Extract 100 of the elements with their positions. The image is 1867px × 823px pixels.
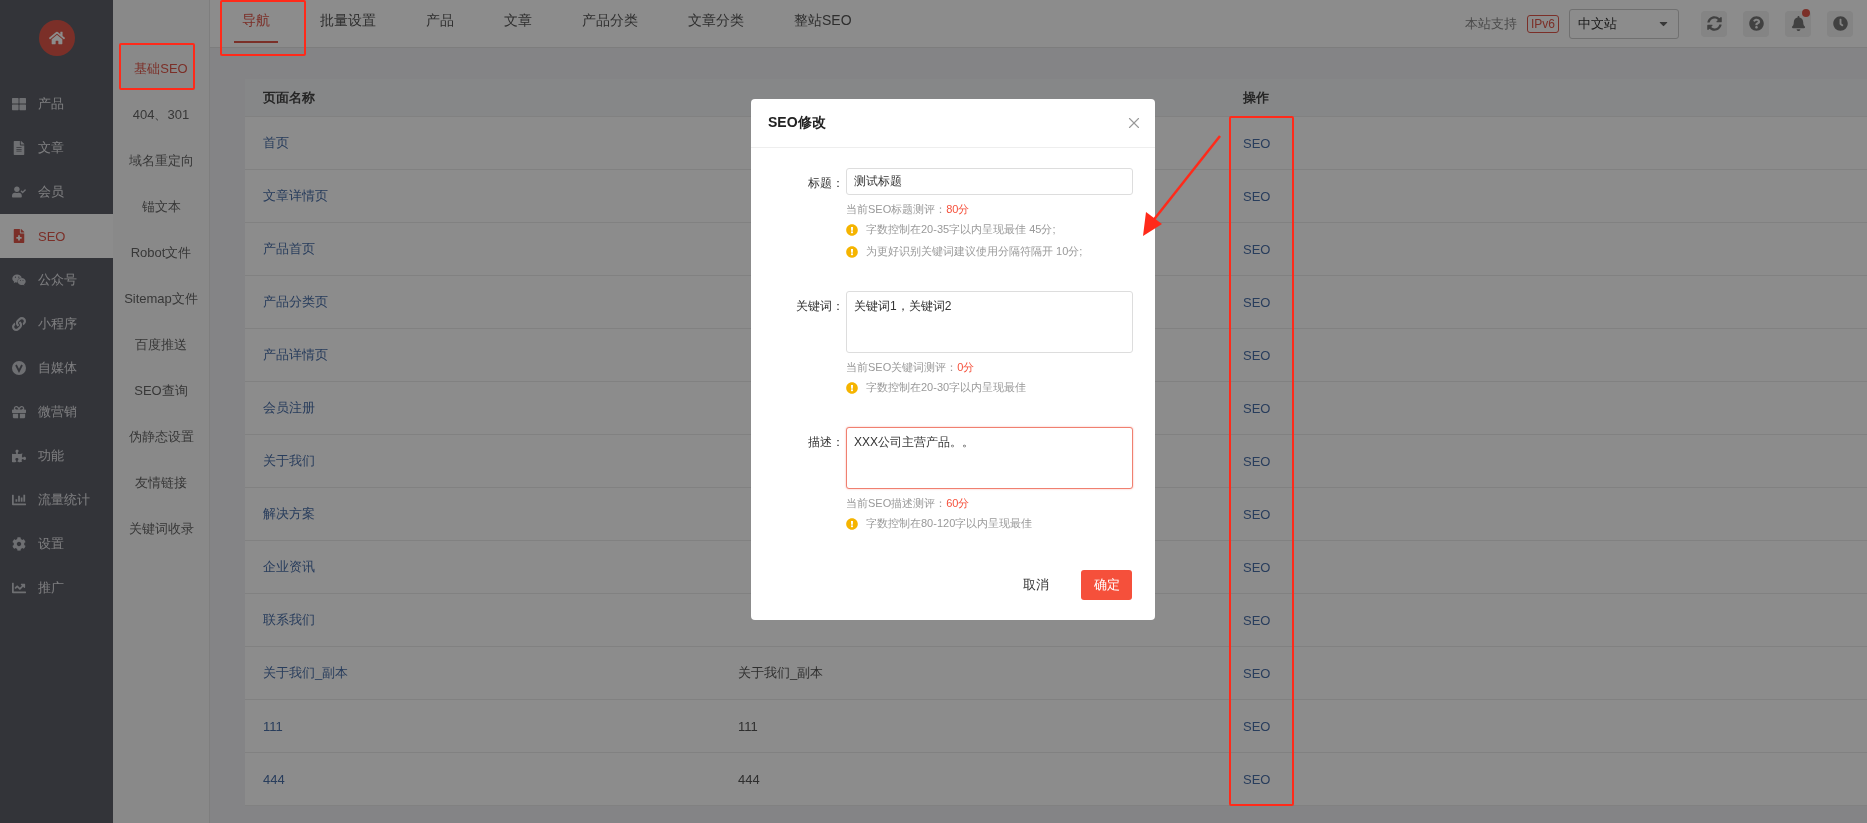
warning-icon [846, 517, 858, 530]
notification-button[interactable] [1785, 10, 1811, 37]
clock-button[interactable] [1827, 10, 1853, 37]
confirm-button[interactable]: 确定 [1081, 570, 1132, 600]
sidebar-item[interactable]: 会员 [0, 170, 113, 214]
score-text: 当前SEO描述测评：60分 [846, 496, 971, 511]
help-button[interactable] [1743, 10, 1769, 37]
seo-link[interactable]: SEO [1243, 506, 1271, 522]
user-check-icon [12, 185, 26, 199]
sidebar-item[interactable]: 小程序 [0, 302, 113, 346]
subnav-item[interactable]: SEO查询 [113, 368, 209, 414]
seo-link[interactable]: SEO [1243, 665, 1271, 681]
support-label: 本站支持 [1465, 14, 1517, 33]
text-area[interactable]: 关键词1，关键词2 [846, 291, 1133, 353]
seo-link[interactable]: SEO [1243, 294, 1271, 310]
subnav-item[interactable]: 基础SEO [113, 46, 209, 92]
seo-link[interactable]: SEO [1243, 453, 1271, 469]
text-area[interactable]: XXX公司主营产品。。 [846, 427, 1133, 489]
dialog-title: SEO修改 [768, 114, 826, 132]
sidebar-item[interactable]: 自媒体 [0, 346, 113, 390]
sidebar-item[interactable]: 设置 [0, 522, 113, 566]
tip-text: 字数控制在20-30字以内呈现最佳 [866, 380, 1027, 395]
page-name-link[interactable]: 关于我们_副本 [263, 664, 349, 682]
page-name-link[interactable]: 关于我们 [263, 452, 315, 470]
subnav-item[interactable]: 伪静态设置 [113, 414, 209, 460]
subnav-item[interactable]: Robot文件 [113, 230, 209, 276]
cancel-button[interactable]: 取消 [1015, 570, 1057, 600]
page-name-link[interactable]: 解决方案 [263, 505, 315, 523]
home-button[interactable] [38, 20, 75, 56]
subnav-item[interactable]: 关键词收录 [113, 506, 209, 552]
clock-icon [1832, 16, 1848, 31]
seo-link[interactable]: SEO [1243, 347, 1271, 363]
chat-icon [12, 273, 26, 287]
seo-link[interactable]: SEO [1243, 400, 1271, 416]
tip-text: 为更好识别关键词建议使用分隔符隔开 10分; [866, 244, 1083, 259]
subnav-item[interactable]: 百度推送 [113, 322, 209, 368]
seo-link[interactable]: SEO [1243, 188, 1271, 204]
grid-icon [12, 97, 26, 111]
seo-link[interactable]: SEO [1243, 135, 1271, 151]
warning-icon [846, 381, 858, 394]
table-cell: 111 [738, 718, 758, 734]
sidebar-item[interactable]: 流量统计 [0, 478, 113, 522]
nav-tab[interactable]: 整站SEO [786, 0, 860, 43]
warning-icon [846, 223, 858, 236]
tip-text: 字数控制在80-120字以内呈现最佳 [866, 516, 1033, 531]
seo-link[interactable]: SEO [1243, 718, 1271, 734]
column-header: 页面名称 [263, 88, 315, 107]
sidebar-item[interactable]: 产品 [0, 82, 113, 126]
nav-tab[interactable]: 文章分类 [680, 0, 752, 43]
line-chart-icon [12, 581, 26, 595]
subnav-item[interactable]: 404、301 [113, 92, 209, 138]
subnav-item[interactable]: 友情链接 [113, 460, 209, 506]
sidebar-item[interactable]: 功能 [0, 434, 113, 478]
page-name-link[interactable]: 444 [263, 771, 285, 787]
column-header: 操作 [1243, 88, 1269, 107]
subnav-item[interactable]: 锚文本 [113, 184, 209, 230]
subnav-item[interactable]: Sitemap文件 [113, 276, 209, 322]
puzzle-icon [12, 449, 26, 463]
seo-link[interactable]: SEO [1243, 771, 1271, 787]
settings-icon [12, 537, 26, 551]
input-field[interactable]: 测试标题 [846, 168, 1133, 195]
ipv6-badge: IPv6 [1527, 14, 1559, 33]
table-cell: 444 [738, 771, 760, 787]
field-label: 标题： [807, 175, 845, 192]
field-label: 关键词： [795, 298, 845, 315]
page-name-link[interactable]: 产品首页 [263, 240, 315, 258]
sidebar-item[interactable]: 公众号 [0, 258, 113, 302]
help-icon [1748, 16, 1764, 31]
sidebar-item[interactable]: SEO [0, 214, 113, 258]
gift-icon [12, 405, 26, 419]
page-name-link[interactable]: 111 [263, 718, 283, 734]
warning-icon [846, 245, 858, 258]
site-select[interactable]: 中文站 [1569, 8, 1679, 39]
refresh-button[interactable] [1701, 10, 1727, 37]
bar-chart-icon [12, 493, 26, 507]
document-icon [12, 141, 26, 155]
page-name-link[interactable]: 联系我们 [263, 611, 315, 629]
nav-tab[interactable]: 批量设置 [312, 0, 384, 43]
page-name-link[interactable]: 产品详情页 [263, 346, 328, 364]
seo-link[interactable]: SEO [1243, 559, 1271, 575]
seo-link[interactable]: SEO [1243, 241, 1271, 257]
page-name-link[interactable]: 首页 [263, 134, 289, 152]
subnav-item[interactable]: 域名重定向 [113, 138, 209, 184]
sidebar-item[interactable]: 文章 [0, 126, 113, 170]
file-icon [12, 229, 26, 243]
tip-text: 字数控制在20-35字以内呈现最佳 45分; [866, 222, 1056, 237]
page-name-link[interactable]: 文章详情页 [263, 187, 328, 205]
sidebar-item[interactable]: 微营销 [0, 390, 113, 434]
sidebar-item[interactable]: 推广 [0, 566, 113, 610]
page-name-link[interactable]: 会员注册 [263, 399, 315, 417]
refresh-icon [1706, 16, 1722, 31]
table-cell: 关于我们_副本 [738, 664, 824, 682]
page-name-link[interactable]: 企业资讯 [263, 558, 315, 576]
home-icon [48, 30, 65, 46]
nav-tab[interactable]: 产品 [418, 0, 462, 43]
nav-tab[interactable]: 产品分类 [574, 0, 646, 43]
nav-tab[interactable]: 导航 [234, 0, 278, 43]
seo-link[interactable]: SEO [1243, 612, 1271, 628]
nav-tab[interactable]: 文章 [496, 0, 540, 43]
page-name-link[interactable]: 产品分类页 [263, 293, 328, 311]
